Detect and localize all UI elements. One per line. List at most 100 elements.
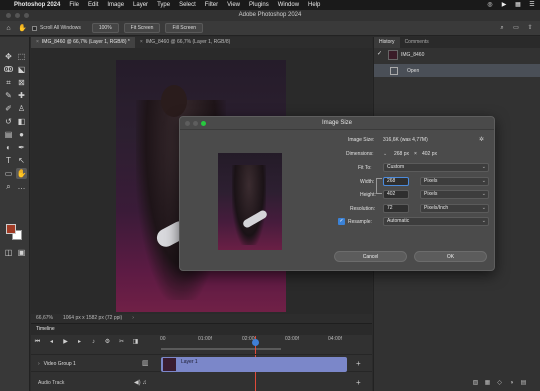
zoom-tool-icon[interactable]: ⌕ — [3, 181, 14, 192]
gradient-tool-icon[interactable]: ▤ — [3, 129, 14, 140]
doc-tab-2[interactable]: × IMG_8460 @ 66,7% (Layer 1, RGB/8) — [135, 37, 235, 48]
close-window-button[interactable] — [6, 13, 11, 18]
zoom-100-button[interactable]: 100% — [91, 23, 119, 33]
healing-brush-icon[interactable]: ✚ — [16, 90, 27, 101]
rectangle-tool-icon[interactable]: ▭ — [3, 168, 14, 179]
dialog-minimize-button[interactable] — [193, 121, 198, 126]
marquee-tool-icon[interactable]: ⬚ — [16, 51, 27, 62]
more-tools-icon[interactable]: … — [16, 181, 27, 192]
dodge-tool-icon[interactable]: ◐ — [3, 142, 14, 153]
zoom-window-button[interactable] — [24, 13, 29, 18]
menu-help[interactable]: Help — [308, 2, 320, 8]
hand-tool-icon[interactable]: ✋ — [18, 24, 27, 33]
menu-image[interactable]: Image — [107, 2, 124, 8]
menu-file[interactable]: File — [69, 2, 79, 8]
workspace-icon[interactable]: ▭ — [512, 24, 520, 32]
resample-checkbox[interactable]: ✓ — [338, 218, 345, 225]
menu-window[interactable]: Window — [278, 2, 299, 8]
layer-clip[interactable]: Layer 1 — [161, 357, 347, 372]
play-icon[interactable]: ▶ — [500, 1, 508, 9]
menu-layer[interactable]: Layer — [133, 2, 148, 8]
add-audio-icon[interactable]: + — [356, 378, 361, 387]
height-input[interactable]: 402 — [383, 190, 409, 199]
grid-icon[interactable]: ▦ — [514, 1, 522, 9]
paths-icon[interactable]: ◇ — [496, 380, 503, 387]
image-preview[interactable] — [218, 153, 282, 250]
dimensions-chevron-icon[interactable]: ⌄ — [383, 151, 387, 157]
channels-icon[interactable]: ▦ — [484, 380, 491, 387]
checkbox-box[interactable] — [32, 25, 37, 31]
audio-controls[interactable]: ◀) ♫ — [134, 379, 147, 386]
menu-select[interactable]: Select — [179, 2, 196, 8]
properties-icon[interactable]: ▤ — [520, 380, 527, 387]
height-unit-select[interactable]: Pixels ⌄ — [420, 190, 489, 199]
fill-screen-button[interactable]: Fill Screen — [165, 23, 204, 33]
object-select-icon[interactable]: ⬕ — [16, 64, 27, 75]
scroll-all-windows-checkbox[interactable]: Scroll All Windows — [32, 25, 81, 31]
chevron-right-icon[interactable]: › — [132, 314, 134, 323]
ok-button[interactable]: OK — [414, 251, 487, 262]
menu-view[interactable]: View — [227, 2, 240, 8]
add-media-icon[interactable]: + — [356, 359, 361, 368]
blur-tool-icon[interactable]: ● — [16, 129, 27, 140]
home-icon[interactable]: ⌂ — [4, 24, 13, 33]
lasso-tool-icon[interactable]: ↂ — [3, 64, 14, 75]
prev-frame-icon[interactable]: ◂ — [47, 338, 56, 347]
menu-filter[interactable]: Filter — [205, 2, 218, 8]
crop-tool-icon[interactable]: ⌗ — [3, 77, 14, 88]
width-input[interactable]: 268 — [383, 177, 409, 186]
cancel-button[interactable]: Cancel — [334, 251, 407, 262]
expand-triangle-icon[interactable]: › — [38, 361, 40, 367]
move-tool-icon[interactable]: ✥ — [3, 51, 14, 62]
screen-mode-icon[interactable]: ▣ — [16, 247, 27, 258]
search-icon[interactable]: ⌕ — [498, 24, 506, 32]
settings-icon[interactable]: ⚙ — [103, 338, 112, 347]
brush-tool-icon[interactable]: ✐ — [3, 103, 14, 114]
creative-cloud-icon[interactable]: ◎ — [486, 1, 494, 9]
history-snapshot[interactable]: ✓ IMG_8460 — [374, 48, 540, 61]
history-item-open[interactable]: Open — [374, 64, 540, 77]
resample-select[interactable]: Automatic ⌄ — [383, 217, 489, 226]
fit-screen-button[interactable]: Fit Screen — [123, 23, 161, 33]
adjust-icon[interactable]: ◑ — [508, 380, 515, 387]
close-tab-icon[interactable]: × — [140, 39, 143, 45]
dialog-titlebar[interactable]: Image Size — [180, 117, 494, 130]
width-unit-select[interactable]: Pixels ⌄ — [420, 177, 489, 186]
minimize-window-button[interactable] — [15, 13, 20, 18]
first-frame-icon[interactable]: ⏮ — [33, 338, 42, 347]
quick-mask-icon[interactable]: ◫ — [3, 247, 14, 258]
frame-tool-icon[interactable]: ⊠ — [16, 77, 27, 88]
foreground-color-swatch[interactable] — [6, 224, 16, 234]
timeline-header[interactable]: Timeline — [31, 324, 372, 335]
video-group-name[interactable]: › Video Group 1 — [38, 361, 76, 367]
type-tool-icon[interactable]: T — [3, 155, 14, 166]
eyedropper-icon[interactable]: ✎ — [3, 90, 14, 101]
hand-tool-icon-active[interactable]: ✋ — [16, 168, 27, 179]
transition-icon[interactable]: ◨ — [131, 338, 140, 347]
close-tab-icon[interactable]: × — [36, 39, 39, 45]
share-icon[interactable]: ⇧ — [526, 24, 534, 32]
dialog-close-button[interactable] — [185, 121, 190, 126]
zoom-slider[interactable] — [161, 348, 281, 350]
split-icon[interactable]: ✂ — [117, 338, 126, 347]
menu-edit[interactable]: Edit — [88, 2, 98, 8]
doc-tab-1[interactable]: × IMG_8460 @ 66,7% (Layer 1, RGB/8) * — [31, 37, 135, 48]
resolution-input[interactable]: 72 — [383, 204, 409, 213]
pen-tool-icon[interactable]: ✒ — [16, 142, 27, 153]
constrain-proportions-link[interactable] — [376, 178, 382, 194]
menu-app[interactable]: Photoshop 2024 — [14, 2, 60, 8]
play-icon[interactable]: ▶ — [61, 338, 70, 347]
dialog-zoom-button[interactable] — [201, 121, 206, 126]
film-strip-icon[interactable]: ▥ — [142, 359, 152, 368]
path-select-icon[interactable]: ↖ — [16, 155, 27, 166]
resolution-unit-select[interactable]: Pixels/Inch ⌄ — [420, 204, 489, 213]
tab-history[interactable]: History — [374, 37, 400, 48]
layers-icon[interactable]: ▧ — [472, 380, 479, 387]
next-frame-icon[interactable]: ▸ — [75, 338, 84, 347]
menu-plugins[interactable]: Plugins — [249, 2, 269, 8]
fit-to-select[interactable]: Custom ⌄ — [383, 163, 489, 172]
zoom-level[interactable]: 66,67% — [36, 314, 53, 323]
gear-icon[interactable]: ✲ — [479, 136, 484, 143]
volume-icon[interactable]: ♪ — [89, 338, 98, 347]
menu-type[interactable]: Type — [157, 2, 170, 8]
